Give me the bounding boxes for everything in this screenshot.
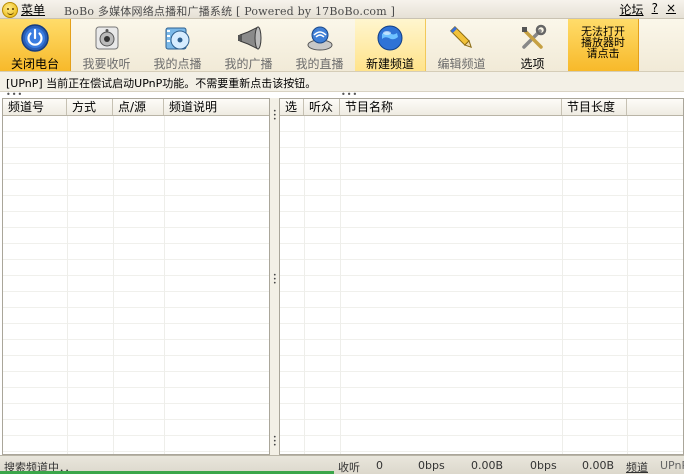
close-station-button[interactable]: 关闭电台 <box>0 19 71 71</box>
grid-divider <box>627 116 628 454</box>
col-program-length[interactable]: 节目长度 <box>562 99 627 115</box>
bytes-out: 0.00B <box>582 459 615 472</box>
edit-channel-button[interactable]: 编辑频道 <box>426 19 497 71</box>
grid-divider <box>304 116 305 454</box>
splitter-dots-top: • • • <box>273 108 277 123</box>
col-channel-number[interactable]: 频道号 <box>3 99 67 115</box>
listen-count: 0 <box>376 459 383 472</box>
menu-button[interactable]: 菜单 <box>2 1 45 18</box>
listen-status-label: 收听 <box>338 461 360 474</box>
options-label: 选项 <box>520 57 545 71</box>
pencil-icon <box>447 23 477 53</box>
listen-label: 我要收听 <box>82 57 131 71</box>
forum-link[interactable]: 论坛 <box>620 1 644 18</box>
help-link[interactable]: ? <box>652 1 658 18</box>
grid-divider <box>340 116 341 454</box>
right-panel-grip[interactable]: ••• <box>341 91 358 99</box>
col-point-source[interactable]: 点/源 <box>113 99 164 115</box>
my-live-label: 我的直播 <box>295 57 344 71</box>
megaphone-icon <box>234 23 264 53</box>
cannot-open-player-label: 无法打开 播放器时 请点击 <box>581 25 625 60</box>
channel-list-header: 频道号 方式 点/源 频道说明 <box>3 99 269 116</box>
grid-divider <box>164 116 165 454</box>
globe-icon <box>375 23 405 53</box>
splitter-dots-bottom: • • • <box>273 434 277 449</box>
my-vod-label: 我的点播 <box>153 57 202 71</box>
splitter-dots-middle: • • • <box>273 272 277 287</box>
close-station-label: 关闭电台 <box>10 57 59 71</box>
tools-icon <box>518 23 548 53</box>
listen-button[interactable]: 我要收听 <box>71 19 142 71</box>
menu-label[interactable]: 菜单 <box>21 1 45 18</box>
panel-splitter[interactable]: • • • • • • • • • <box>270 98 279 455</box>
grid-divider <box>113 116 114 454</box>
upnp-info-line: [UPnP] 当前正在偿试启动UPnP功能。不需要重新点击该按钮。 <box>0 72 684 92</box>
col-program-name[interactable]: 节目名称 <box>340 99 562 115</box>
my-vod-button[interactable]: 我的点播 <box>142 19 213 71</box>
left-panel-grip[interactable]: ••• <box>6 91 23 99</box>
col-mode[interactable]: 方式 <box>67 99 113 115</box>
close-link[interactable]: × <box>666 1 676 18</box>
my-broadcast-button[interactable]: 我的广播 <box>213 19 284 71</box>
my-broadcast-label: 我的广播 <box>224 57 273 71</box>
speaker-box-icon <box>92 23 122 53</box>
bytes-in: 0.00B <box>471 459 504 472</box>
my-live-button[interactable]: 我的直播 <box>284 19 355 71</box>
app-title: BoBo 多媒体网络点播和广播系统 [ Powered by 17BoBo.co… <box>64 5 396 18</box>
program-list-panel: 选 听众 节目名称 节目长度 <box>279 98 684 455</box>
power-icon <box>20 23 50 53</box>
smiley-logo-icon <box>2 1 18 18</box>
film-disc-icon <box>163 23 193 53</box>
program-list-header: 选 听众 节目名称 节目长度 <box>280 99 683 116</box>
channel-list-rows[interactable] <box>3 116 269 454</box>
status-bar: 搜索频道中．． 收听 0 0bps 0.00B 0bps 0.00B 频道 UP… <box>0 455 684 474</box>
broadcast-dish-icon <box>305 23 335 53</box>
col-channel-description[interactable]: 频道说明 <box>164 99 269 115</box>
rate-out: 0bps <box>530 459 557 472</box>
cannot-open-player-button[interactable]: 无法打开 播放器时 请点击 <box>568 19 639 71</box>
options-button[interactable]: 选项 <box>497 19 568 71</box>
upnp-status: UPnP <box>660 459 684 472</box>
new-channel-button[interactable]: 新建频道 <box>355 19 426 71</box>
col-listeners[interactable]: 听众 <box>304 99 340 115</box>
edit-channel-label: 编辑频道 <box>437 57 486 71</box>
toolbar: 关闭电台 我要收听 我的点播 我的广播 我的直播 新建频道 编辑频道 选项 无法… <box>0 19 684 72</box>
grid-divider <box>67 116 68 454</box>
title-bar: 菜单 BoBo 多媒体网络点播和广播系统 [ Powered by 17BoBo… <box>0 0 684 19</box>
rate-in: 0bps <box>418 459 445 472</box>
grid-divider <box>562 116 563 454</box>
new-channel-label: 新建频道 <box>365 57 414 71</box>
channel-list-panel: 频道号 方式 点/源 频道说明 <box>2 98 270 455</box>
col-select[interactable]: 选 <box>280 99 304 115</box>
channel-status-link[interactable]: 频道 <box>626 459 648 474</box>
